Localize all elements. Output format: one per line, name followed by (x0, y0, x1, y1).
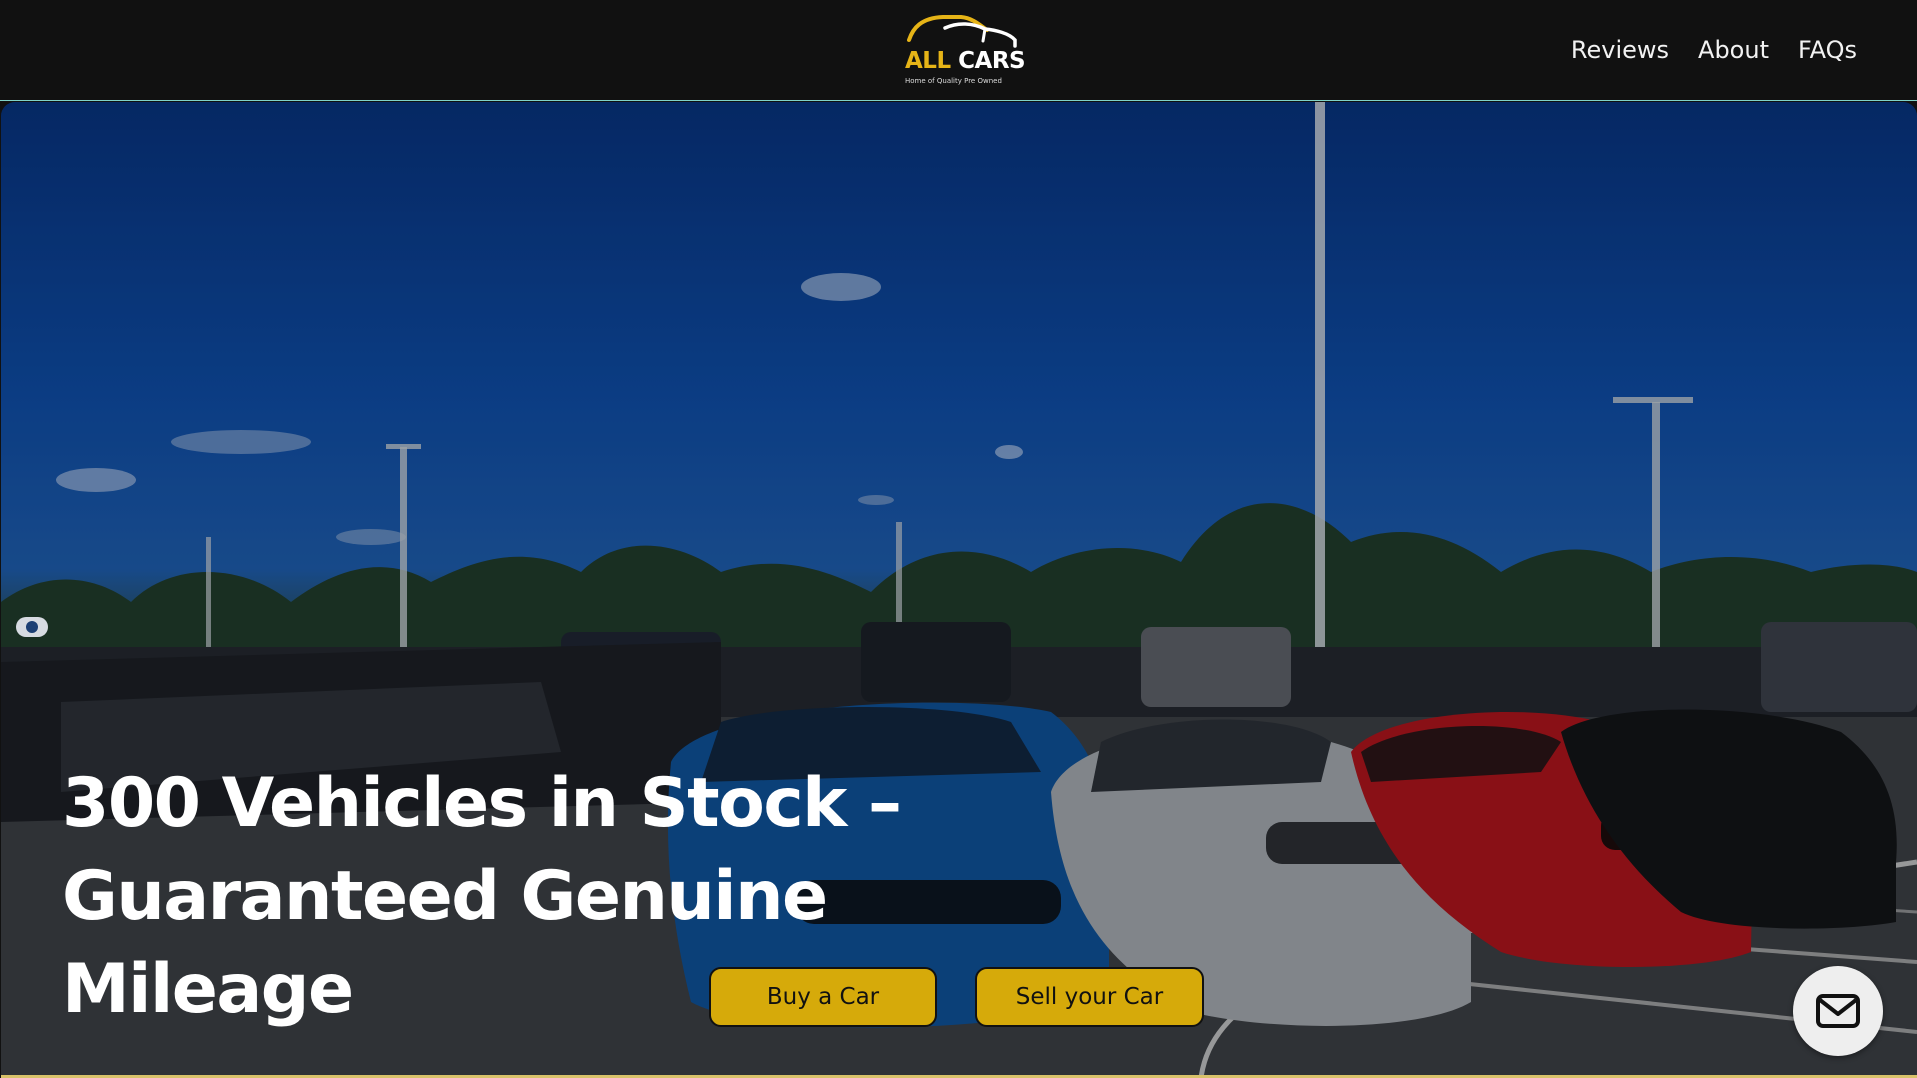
brand-logo[interactable]: ALL CARS Home of Quality Pre Owned (903, 14, 1026, 90)
logo-wordmark: ALL CARS (905, 48, 1026, 74)
nav-link-about[interactable]: About (1698, 36, 1769, 64)
main-nav: Reviews About FAQs (1571, 36, 1857, 64)
logo-word-cars: CARS (958, 48, 1026, 74)
contact-mail-button[interactable] (1793, 966, 1883, 1056)
nav-link-faqs[interactable]: FAQs (1798, 36, 1857, 64)
mail-icon (1816, 994, 1860, 1028)
accessibility-toggle-icon[interactable] (16, 617, 48, 637)
top-navigation-bar: ALL CARS Home of Quality Pre Owned Revie… (0, 0, 1917, 101)
buy-a-car-button[interactable]: Buy a Car (709, 967, 937, 1027)
logo-word-all: ALL (905, 48, 951, 74)
nav-link-reviews[interactable]: Reviews (1571, 36, 1669, 64)
sell-your-car-button[interactable]: Sell your Car (975, 967, 1204, 1027)
logo-tagline: Home of Quality Pre Owned (905, 77, 1002, 85)
hero-section: 300 Vehicles in Stock – Guaranteed Genui… (1, 102, 1917, 1078)
